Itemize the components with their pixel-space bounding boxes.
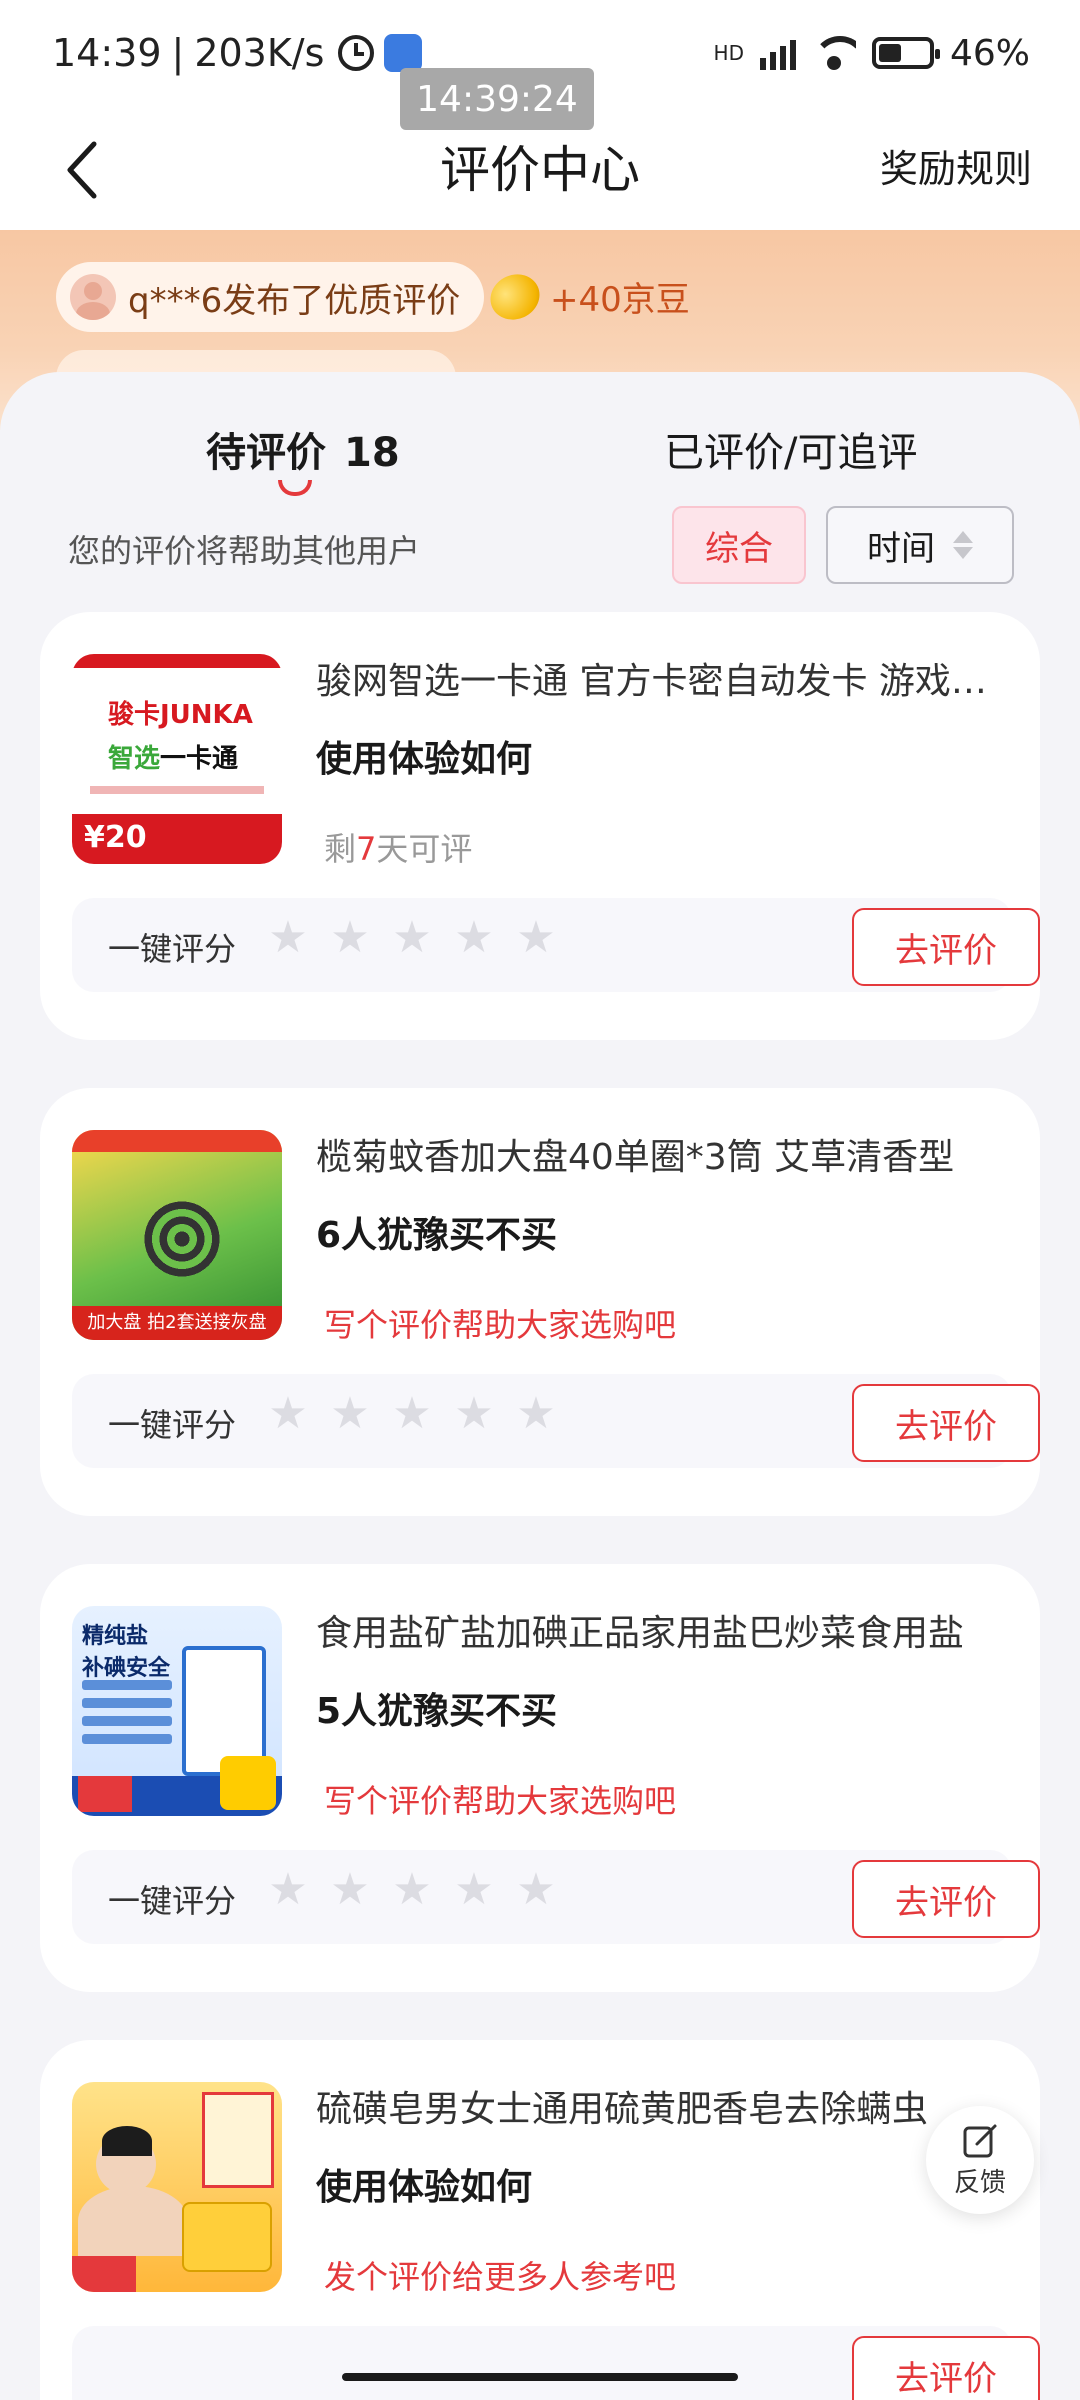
app-notification-icon: [384, 34, 423, 72]
thumb-line2: 智选一卡通: [108, 744, 239, 774]
quick-rating-row: 一键评分 ★ ★ ★ ★ ★ 去评价: [72, 1374, 1040, 1468]
star-rating[interactable]: ★ ★ ★ ★ ★: [268, 1868, 556, 1912]
star-rating[interactable]: ★ ★ ★ ★ ★: [268, 1392, 556, 1436]
star-icon[interactable]: ★: [268, 1868, 308, 1912]
product-title[interactable]: 硫磺皂男女士通用硫黄肥香皂去除螨虫: [316, 2080, 936, 2132]
product-image[interactable]: 加大盘 拍2套送接灰盘: [72, 1130, 282, 1340]
tab-reviewed[interactable]: 已评价/可追评: [664, 420, 917, 478]
product-title[interactable]: 榄菊蚊香加大盘40单圈*3筒 艾草清香型: [316, 1128, 1006, 1180]
sort-combined-button[interactable]: 综合: [672, 506, 806, 584]
reward-text: +40京豆: [550, 280, 690, 320]
quick-rating-label: 一键评分: [108, 1406, 237, 1444]
active-tab-indicator: [278, 480, 312, 496]
tab-pending[interactable]: 待评价 18: [206, 420, 400, 478]
status-right: HD 46%: [714, 30, 1030, 76]
star-icon[interactable]: ★: [454, 1392, 494, 1436]
star-icon[interactable]: ★: [516, 1392, 556, 1436]
star-icon[interactable]: ★: [330, 1392, 370, 1436]
product-subtitle: 5人犹豫买不买: [316, 1691, 558, 1732]
sort-time-button[interactable]: 时间: [826, 506, 1014, 584]
review-prompt: 写个评价帮助大家选购吧: [324, 1782, 677, 1820]
star-icon[interactable]: ★: [330, 916, 370, 960]
star-icon[interactable]: ★: [454, 916, 494, 960]
product-image[interactable]: 精纯盐 补碘安全: [72, 1606, 282, 1816]
product-subtitle: 6人犹豫买不买: [316, 1215, 558, 1256]
star-icon[interactable]: ★: [392, 1392, 432, 1436]
product-image[interactable]: 骏卡JUNKA 智选一卡通 ¥20: [72, 654, 282, 864]
product-card: 硫磺皂男女士通用硫黄肥香皂去除螨虫 使用体验如何 发个评价给更多人参考吧 去评价: [40, 2040, 1040, 2400]
thumb-price: ¥20: [72, 814, 282, 864]
star-icon[interactable]: ★: [392, 1868, 432, 1912]
review-button[interactable]: 去评价: [852, 908, 1040, 986]
time-overlay: 14:39:24: [400, 68, 594, 130]
product-card: 精纯盐 补碘安全 食用盐矿盐加碘正品家用盐巴炒菜食用盐 5人犹豫买不买 写个评价帮…: [40, 1564, 1040, 1992]
quick-rating-label: 一键评分: [108, 1882, 237, 1920]
quick-rating-row: 去评价: [72, 2326, 1040, 2400]
sort-time-label: 时间: [867, 528, 935, 569]
avatar: [70, 274, 116, 320]
tab-pending-count: 18: [344, 430, 400, 476]
quick-rating-row: 一键评分 ★ ★ ★ ★ ★ 去评价: [72, 898, 1040, 992]
status-left: 14:39 | 203K/s: [52, 28, 423, 78]
review-prompt: 写个评价帮助大家选购吧: [324, 1306, 677, 1344]
feedback-label: 反馈: [953, 2167, 1006, 2198]
sort-arrows-icon: [953, 531, 973, 559]
feedback-button[interactable]: 反馈: [926, 2106, 1034, 2214]
status-time: 14:39: [52, 31, 162, 75]
home-indicator[interactable]: [342, 2373, 738, 2381]
review-hint: 您的评价将帮助其他用户: [68, 532, 421, 570]
activity-text: q***6发布了优质评价: [128, 280, 461, 321]
product-card: 加大盘 拍2套送接灰盘 榄菊蚊香加大盘40单圈*3筒 艾草清香型 6人犹豫买不买…: [40, 1088, 1040, 1516]
star-icon[interactable]: ★: [454, 1868, 494, 1912]
status-speed: 203K/s: [194, 31, 325, 75]
review-button[interactable]: 去评价: [852, 2336, 1040, 2400]
star-rating[interactable]: ★ ★ ★ ★ ★: [268, 916, 556, 960]
quick-rating-row: 一键评分 ★ ★ ★ ★ ★ 去评价: [72, 1850, 1040, 1944]
review-button[interactable]: 去评价: [852, 1860, 1040, 1938]
signal-icon: [759, 36, 796, 70]
activity-feed-item: q***6发布了优质评价: [56, 262, 485, 332]
tab-pending-label: 待评价: [206, 430, 326, 476]
edit-icon: [963, 2124, 997, 2157]
network-type: HD: [713, 41, 744, 65]
star-icon[interactable]: ★: [268, 916, 308, 960]
review-deadline: 剩7天可评: [324, 830, 473, 868]
product-card: 骏卡JUNKA 智选一卡通 ¥20 骏网智选一卡通 官方卡密自动发卡 游戏充值 …: [40, 612, 1040, 1040]
star-icon[interactable]: ★: [516, 1868, 556, 1912]
star-icon[interactable]: ★: [268, 1392, 308, 1436]
star-icon[interactable]: ★: [392, 916, 432, 960]
battery-level: 46%: [949, 32, 1030, 74]
tab-bar: 待评价 18 已评价/可追评: [0, 412, 1080, 512]
product-subtitle: 使用体验如何: [316, 739, 533, 780]
status-separator: |: [171, 31, 185, 75]
review-button[interactable]: 去评价: [852, 1384, 1040, 1462]
product-title[interactable]: 食用盐矿盐加碘正品家用盐巴炒菜食用盐: [316, 1604, 1006, 1656]
product-title[interactable]: 骏网智选一卡通 官方卡密自动发卡 游戏充值: [316, 652, 1006, 704]
product-subtitle: 使用体验如何: [316, 2167, 533, 2208]
star-icon[interactable]: ★: [330, 1868, 370, 1912]
review-prompt: 发个评价给更多人参考吧: [324, 2258, 677, 2296]
thumb-text: 精纯盐 补碘安全: [82, 1624, 171, 1681]
alarm-icon: [338, 35, 375, 71]
thumb-brand: 骏卡JUNKA: [108, 700, 253, 730]
star-icon[interactable]: ★: [516, 916, 556, 960]
thumb-banner: 加大盘 拍2套送接灰盘: [72, 1306, 282, 1340]
reward-rules-link[interactable]: 奖励规则: [880, 138, 1032, 193]
wifi-icon: [811, 36, 856, 70]
reward-badge: +40京豆: [483, 265, 690, 328]
battery-icon: [871, 37, 940, 69]
quick-rating-label: 一键评分: [108, 930, 237, 968]
product-image[interactable]: [72, 2082, 282, 2292]
jingdou-bean-icon: [483, 265, 547, 328]
